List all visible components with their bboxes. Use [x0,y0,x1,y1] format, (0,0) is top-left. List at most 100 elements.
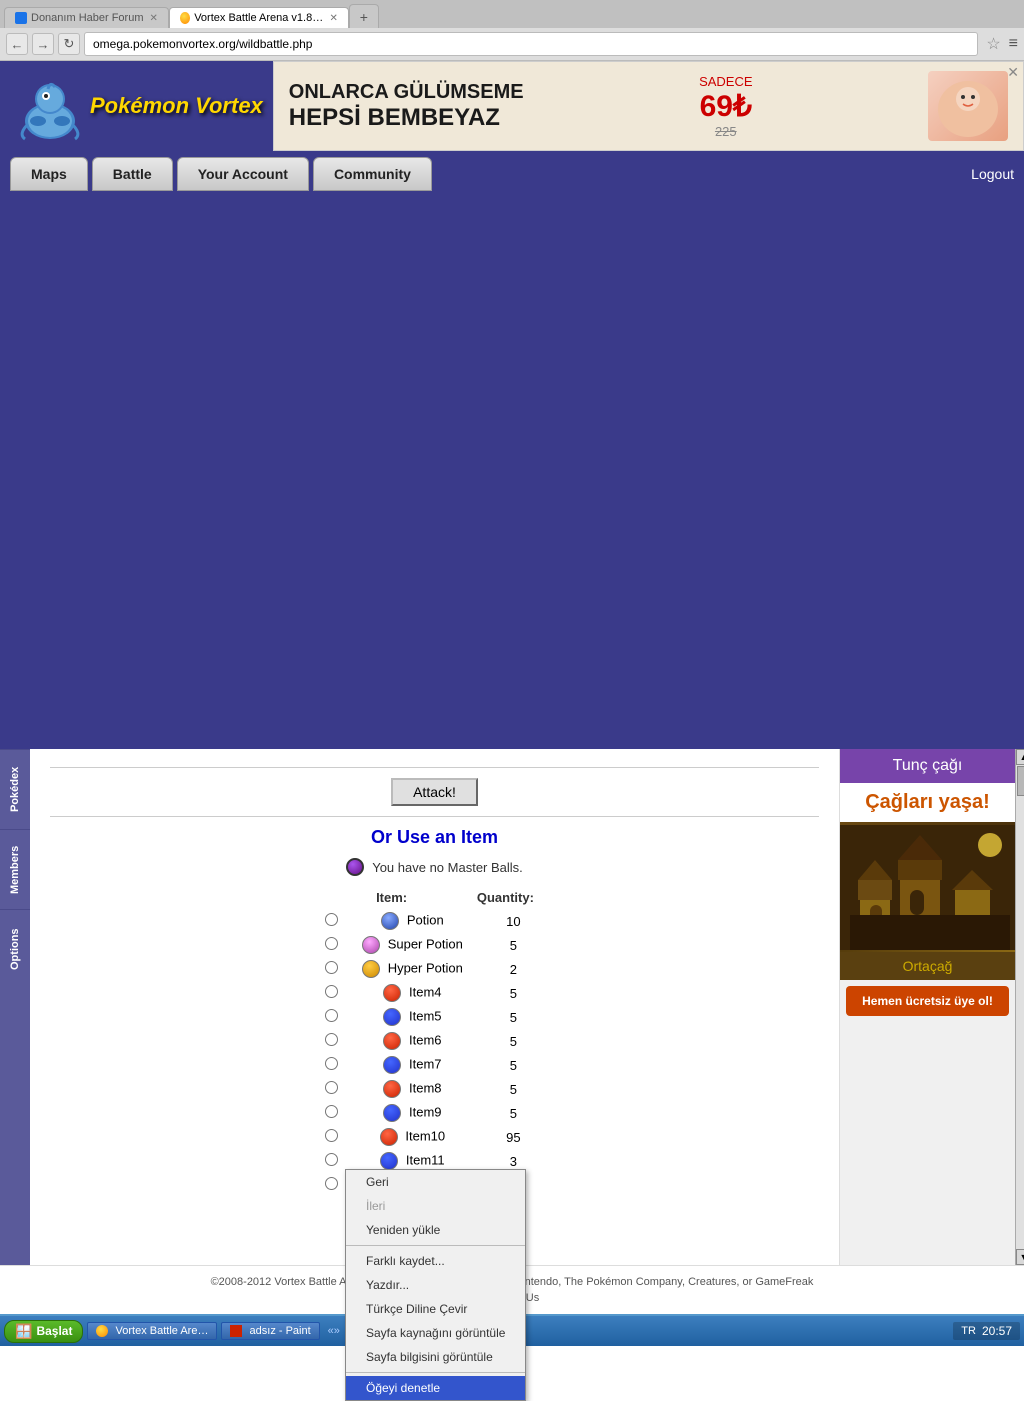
mid-divider [50,816,819,817]
context-menu-item-translate[interactable]: Türkçe Diline Çevir [346,1297,525,1321]
new-tab-btn[interactable]: + [349,4,379,28]
item-radio-3[interactable] [325,985,338,998]
ad-line1: ONLARCA GÜLÜMSEME [289,81,524,104]
item-name: Super Potion [388,936,463,951]
item-name-cell: Item10 [352,1125,473,1149]
item-name: Hyper Potion [388,960,463,975]
item-radio-2[interactable] [325,961,338,974]
taskbar-w1-icon [96,1325,108,1337]
address-bar[interactable] [84,32,978,56]
item-radio-cell[interactable] [315,1125,352,1149]
item-radio-8[interactable] [325,1105,338,1118]
forward-btn[interactable]: → [32,33,54,55]
item-name: Item6 [409,1032,442,1047]
scroll-up-arrow[interactable]: ▲ [1016,749,1024,765]
item-radio-10[interactable] [325,1153,338,1166]
site-header-row: Pokémon Vortex ONLARCA GÜLÜMSEME HEPSİ B… [0,61,1024,151]
nav-your-account[interactable]: Your Account [177,157,309,191]
ad-price-old: 225 [699,124,752,139]
right-ad-btn[interactable]: Hemen ücretsiz üye ol! [846,986,1009,1016]
item-icon [383,1032,401,1050]
bookmark-star-icon[interactable]: ☆ [982,34,1004,54]
nav-community[interactable]: Community [313,157,432,191]
table-row: Potion 10 [315,909,554,933]
sidebar-item-options[interactable]: Options [0,909,30,989]
item-icon [383,1080,401,1098]
item-radio-cell[interactable] [315,933,352,957]
start-btn-label: Başlat [36,1324,72,1338]
tab1-close[interactable]: ✕ [150,13,158,24]
taskbar-window-2[interactable]: adsız - Paint [221,1322,319,1340]
sidebar-item-members[interactable]: Members [0,829,30,909]
item-qty-cell: 5 [473,1077,554,1101]
item-name: Item9 [409,1104,442,1119]
left-sidebar: Pokédex Members Options [0,749,30,1265]
item-radio-9[interactable] [325,1129,338,1142]
nav-battle[interactable]: Battle [92,157,173,191]
table-row: Item6 5 [315,1029,554,1053]
browser-chrome: Donanım Haber Forum ✕ Vortex Battle Aren… [0,0,1024,61]
item-name: Item8 [409,1080,442,1095]
item-radio-6[interactable] [325,1057,338,1070]
scroll-thumb[interactable] [1017,766,1024,796]
ad-price-area: SADECE 69₺ 225 [699,74,752,139]
attack-btn[interactable]: Attack! [391,778,478,806]
table-row: Super Potion 5 [315,933,554,957]
browser-tab-1[interactable]: Donanım Haber Forum ✕ [4,7,169,28]
context-menu-item-save[interactable]: Farklı kaydet... [346,1249,525,1273]
item-icon [362,960,380,978]
item-name-cell: Item4 [352,981,473,1005]
context-menu-item-reload[interactable]: Yeniden yükle [346,1218,525,1242]
context-menu-item-forward[interactable]: İleri [346,1194,525,1218]
context-menu-item-page-info[interactable]: Sayfa bilgisini görüntüle [346,1345,525,1369]
start-btn[interactable]: 🪟 Başlat [4,1320,83,1343]
table-row: Item7 5 [315,1053,554,1077]
scroll-down-arrow[interactable]: ▼ [1016,1249,1024,1265]
ad-line2: HEPSİ BEMBEYAZ [289,104,524,132]
item-radio-7[interactable] [325,1081,338,1094]
sidebar-item-pokedex[interactable]: Pokédex [0,749,30,829]
item-radio-1[interactable] [325,937,338,950]
item-radio-cell[interactable] [315,1005,352,1029]
item-radio-cell[interactable] [315,957,352,981]
item-radio-cell[interactable] [315,1029,352,1053]
item-radio-cell[interactable] [315,1101,352,1125]
back-btn[interactable]: ← [6,33,28,55]
item-radio-cell[interactable] [315,909,352,933]
item-name-cell: Item9 [352,1101,473,1125]
item-name-cell: Item8 [352,1077,473,1101]
attack-btn-wrap: Attack! [50,778,819,806]
context-menu: GeriİleriYeniden yükle Farklı kaydet...Ya… [345,1169,526,1401]
item-radio-cell[interactable] [315,1053,352,1077]
browser-menu-icon[interactable]: ≡ [1009,35,1018,53]
nav-maps[interactable]: Maps [10,157,88,191]
item-radio-cell[interactable] [315,1077,352,1101]
reload-btn[interactable]: ↻ [58,33,80,55]
taskbar-arrows[interactable]: «» [328,1325,340,1337]
page-body: Pokédex Members Options Attack! Or Use a… [0,749,1024,1265]
scroll-track [1016,765,1024,1249]
context-menu-item-print[interactable]: Yazdır... [346,1273,525,1297]
table-row: Item4 5 [315,981,554,1005]
tab2-close[interactable]: ✕ [330,13,338,24]
item-name: Item7 [409,1056,442,1071]
item-radio-5[interactable] [325,1033,338,1046]
item-radio-11[interactable] [325,1177,338,1190]
taskbar-window-1[interactable]: Vortex Battle Arena v... [87,1322,217,1340]
taskbar-clock: 20:57 [982,1324,1012,1338]
context-menu-item-back[interactable]: Geri [346,1170,525,1194]
item-radio-4[interactable] [325,1009,338,1022]
ad-close-btn[interactable]: ✕ [1007,64,1019,81]
item-radio-cell[interactable] [315,981,352,1005]
logout-btn[interactable]: Logout [971,166,1014,182]
item-radio-0[interactable] [325,913,338,926]
browser-tab-2[interactable]: Vortex Battle Arena v1.8 - Ba... ✕ [169,7,349,28]
right-sidebar: Tunç çağı Çağları yaşa! [839,749,1024,1265]
taskbar-w2-label: adsız - Paint [250,1325,311,1337]
start-icon: 🪟 [15,1323,32,1340]
tab1-favicon [15,12,27,24]
context-menu-item-inspect[interactable]: Öğeyi denetle [346,1376,525,1400]
context-menu-item-view-source[interactable]: Sayfa kaynağını görüntüle [346,1321,525,1345]
col-radio-header [315,886,352,909]
taskbar-lang: TR [961,1325,976,1337]
